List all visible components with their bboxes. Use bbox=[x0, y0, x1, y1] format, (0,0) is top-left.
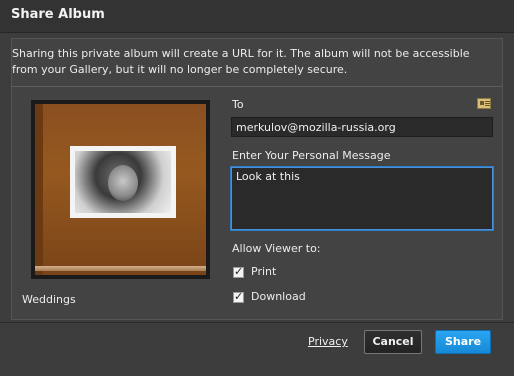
dialog-titlebar: Share Album bbox=[0, 0, 514, 33]
album-photo bbox=[70, 146, 176, 218]
privacy-link[interactable]: Privacy bbox=[308, 335, 348, 348]
message-label: Enter Your Personal Message bbox=[232, 149, 391, 162]
allow-viewer-label: Allow Viewer to: bbox=[232, 242, 321, 255]
content-divider bbox=[11, 86, 503, 87]
print-checkbox-label: Print bbox=[251, 265, 277, 278]
album-page-edge bbox=[35, 266, 206, 271]
share-button[interactable]: Share bbox=[435, 330, 491, 354]
personal-message-textarea[interactable]: Look at this bbox=[231, 167, 493, 230]
cancel-button[interactable]: Cancel bbox=[364, 330, 422, 354]
to-label: To bbox=[232, 98, 244, 111]
download-checkbox[interactable] bbox=[233, 290, 244, 303]
download-checkbox-label: Download bbox=[251, 290, 306, 303]
share-album-dialog: Share Album Sharing this private album w… bbox=[0, 0, 514, 376]
album-spine bbox=[35, 104, 43, 275]
dialog-title: Share Album bbox=[11, 7, 105, 22]
album-photo-image bbox=[75, 151, 171, 213]
album-photo-subject bbox=[108, 165, 138, 201]
to-email-input[interactable] bbox=[231, 117, 493, 137]
print-checkbox[interactable] bbox=[233, 265, 244, 278]
album-name-label: Weddings bbox=[22, 293, 76, 306]
footer-divider bbox=[0, 322, 514, 323]
dialog-description: Sharing this private album will create a… bbox=[12, 47, 470, 76]
address-book-icon[interactable] bbox=[477, 98, 491, 109]
